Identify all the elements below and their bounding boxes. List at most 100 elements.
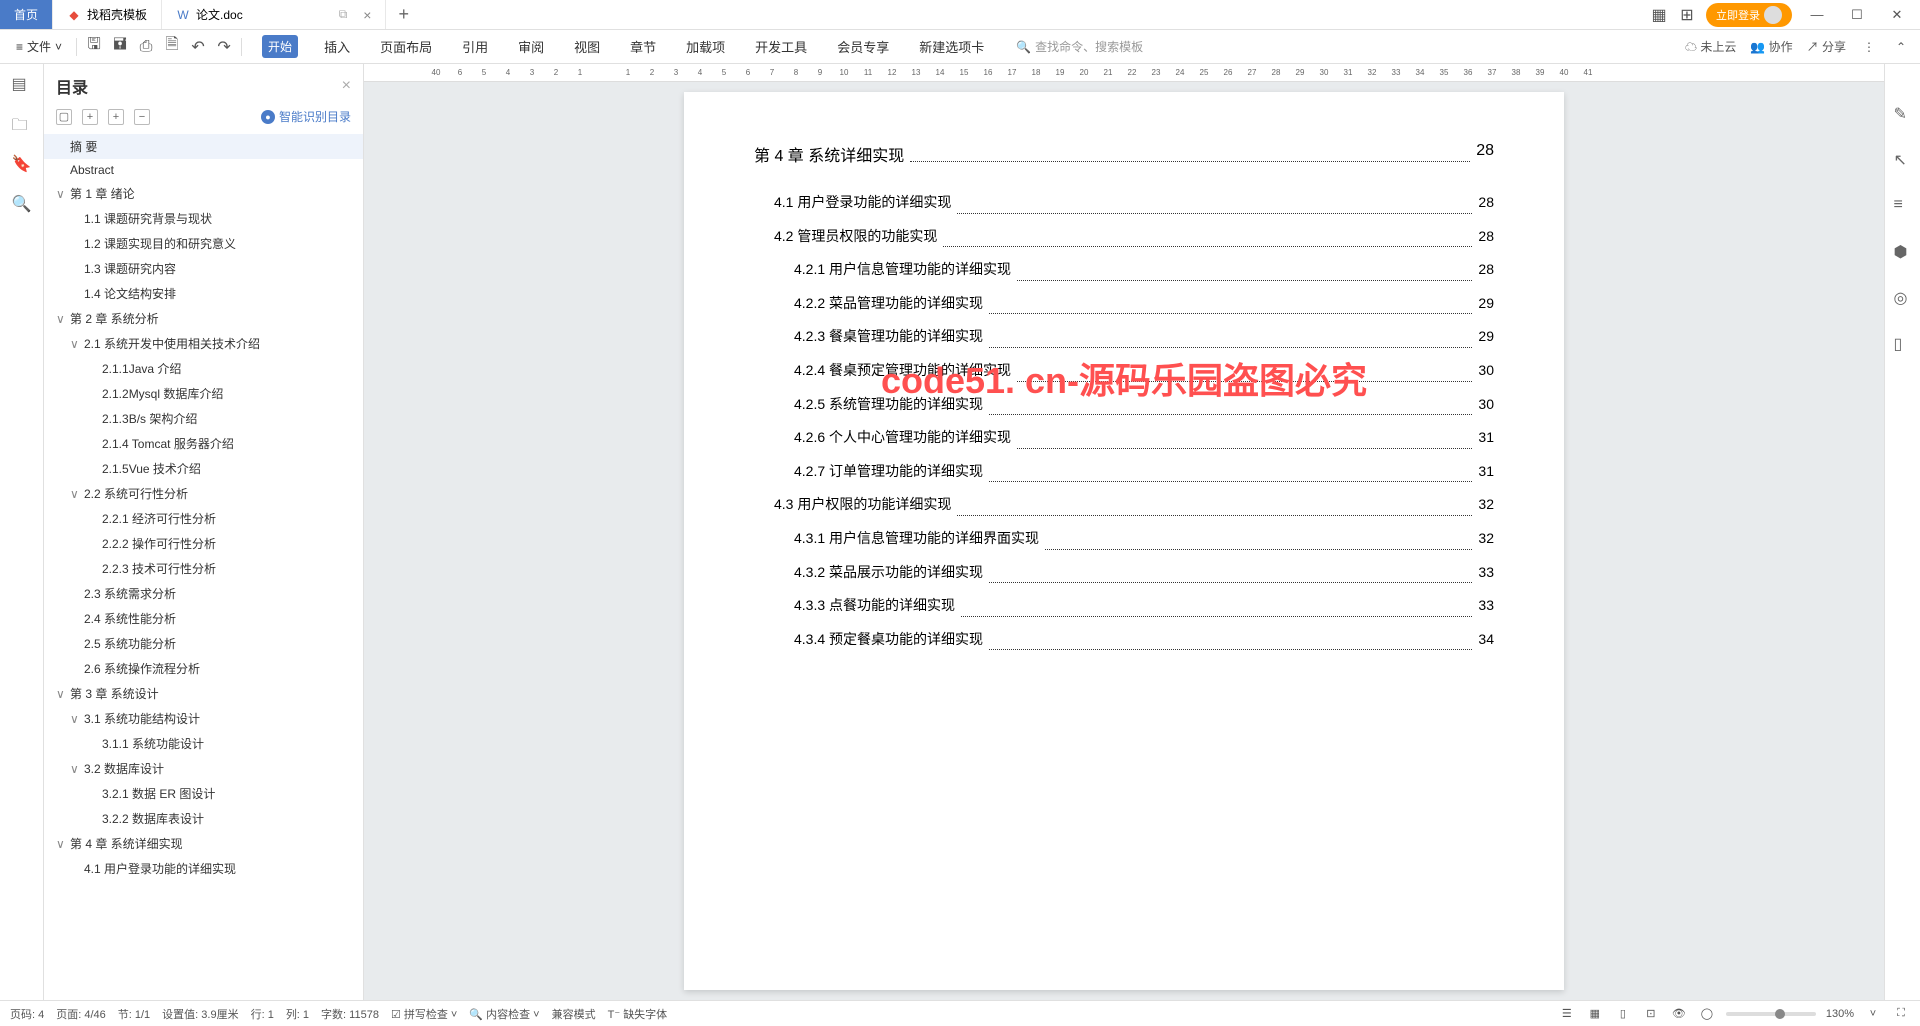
toc-line[interactable]: 4.2.5 系统管理功能的详细实现30 <box>754 388 1494 422</box>
outline-item[interactable]: 4.1 用户登录功能的详细实现 <box>44 856 363 881</box>
document-page[interactable]: 第 4 章 系统详细实现28 4.1 用户登录功能的详细实现284.2 管理员权… <box>684 92 1564 990</box>
folder-icon[interactable]: 🗀 <box>12 114 32 134</box>
ribbon-devtool[interactable]: 开发工具 <box>751 35 811 58</box>
view-mode-2-icon[interactable]: ▦ <box>1586 1005 1604 1023</box>
outline-item[interactable]: 1.2 课题实现目的和研究意义 <box>44 231 363 256</box>
outline-item[interactable]: 1.1 课题研究背景与现状 <box>44 206 363 231</box>
cloud-status[interactable]: ☁ 未上云 <box>1685 38 1736 55</box>
save-icon[interactable]: 🖫 <box>85 38 103 56</box>
toc-line[interactable]: 4.1 用户登录功能的详细实现28 <box>754 186 1494 220</box>
smart-toc-button[interactable]: ●智能识别目录 <box>261 108 351 125</box>
outline-item[interactable]: 摘 要 <box>44 134 363 159</box>
outline-item[interactable]: ∨2.1 系统开发中使用相关技术介绍 <box>44 331 363 356</box>
zoom-out-icon[interactable]: ◯ <box>1698 1005 1716 1023</box>
ai-icon[interactable]: ⬢ <box>1894 242 1912 260</box>
preview-icon[interactable]: 🗎 <box>163 38 181 56</box>
status-content-check[interactable]: 🔍 内容检查 ˅ <box>469 1006 539 1022</box>
status-words[interactable]: 字数: 11578 <box>321 1006 379 1022</box>
outline-item[interactable]: 2.3 系统需求分析 <box>44 581 363 606</box>
status-compat[interactable]: 兼容模式 <box>552 1006 596 1022</box>
ribbon-chapter[interactable]: 章节 <box>626 35 660 58</box>
toc-line[interactable]: 4.3 用户权限的功能详细实现32 <box>754 488 1494 522</box>
ribbon-addon[interactable]: 加载项 <box>682 35 729 58</box>
maximize-button[interactable]: ☐ <box>1842 7 1872 23</box>
find-icon[interactable]: 🔍 <box>12 194 32 214</box>
command-search[interactable]: 🔍查找命令、搜索模板 <box>1016 38 1143 55</box>
ribbon-start[interactable]: 开始 <box>262 35 298 58</box>
view-mode-3-icon[interactable]: ▯ <box>1614 1005 1632 1023</box>
toc-line[interactable]: 4.2 管理员权限的功能实现28 <box>754 220 1494 254</box>
outline-item[interactable]: 2.1.1Java 介绍 <box>44 356 363 381</box>
status-pages[interactable]: 页面: 4/46 <box>56 1006 106 1022</box>
outline-item[interactable]: ∨第 4 章 系统详细实现 <box>44 831 363 856</box>
outline-item[interactable]: ∨3.1 系统功能结构设计 <box>44 706 363 731</box>
status-section[interactable]: 节: 1/1 <box>118 1006 150 1022</box>
status-spellcheck[interactable]: ☑ 拼写检查 ˅ <box>391 1006 457 1022</box>
tab-document[interactable]: W论文.doc⧉× <box>162 0 386 29</box>
ribbon-ref[interactable]: 引用 <box>458 35 492 58</box>
bookmark-icon[interactable]: 🔖 <box>12 154 32 174</box>
share-button[interactable]: ↗ 分享 <box>1807 38 1846 55</box>
outline-tool-3[interactable]: + <box>108 109 124 125</box>
undo-icon[interactable]: ↶ <box>189 38 207 56</box>
page-icon[interactable]: ▯ <box>1894 334 1912 352</box>
close-window-button[interactable]: ✕ <box>1882 7 1912 23</box>
zoom-slider[interactable] <box>1726 1012 1816 1016</box>
ribbon-view[interactable]: 视图 <box>570 35 604 58</box>
layout-icon[interactable]: ▦ <box>1650 6 1668 24</box>
outline-icon[interactable]: ▤ <box>12 74 32 94</box>
popout-icon[interactable]: ⧉ <box>339 7 348 22</box>
toc-line[interactable]: 4.3.2 菜品展示功能的详细实现33 <box>754 556 1494 590</box>
outline-item[interactable]: 2.2.3 技术可行性分析 <box>44 556 363 581</box>
toc-line[interactable]: 4.3.4 预定餐桌功能的详细实现34 <box>754 623 1494 657</box>
new-tab-button[interactable]: + <box>386 0 421 29</box>
zoom-level[interactable]: 130% <box>1826 1008 1854 1020</box>
saveas-icon[interactable]: 🖬 <box>111 38 129 56</box>
collab-button[interactable]: 👥 协作 <box>1750 38 1792 55</box>
status-missing-font[interactable]: T⁻ 缺失字体 <box>608 1006 668 1022</box>
outline-item[interactable]: 2.1.4 Tomcat 服务器介绍 <box>44 431 363 456</box>
expand-icon[interactable]: ⌃ <box>1892 38 1910 56</box>
status-page[interactable]: 页码: 4 <box>10 1006 44 1022</box>
ribbon-insert[interactable]: 插入 <box>320 35 354 58</box>
fullscreen-icon[interactable]: ⛶ <box>1892 1005 1910 1023</box>
ribbon-review[interactable]: 审阅 <box>514 35 548 58</box>
outline-tool-1[interactable]: ▢ <box>56 109 72 125</box>
outline-item[interactable]: 1.4 论文结构安排 <box>44 281 363 306</box>
ribbon-newtab[interactable]: 新建选项卡 <box>915 35 988 58</box>
outline-item[interactable]: ∨第 1 章 绪论 <box>44 181 363 206</box>
more-icon[interactable]: ⋮ <box>1860 38 1878 56</box>
eye-icon[interactable]: 👁 <box>1670 1005 1688 1023</box>
login-button[interactable]: 立即登录 <box>1706 3 1792 27</box>
tab-template[interactable]: ◆找稻壳模板 <box>53 0 162 29</box>
outline-item[interactable]: ∨第 3 章 系统设计 <box>44 681 363 706</box>
toc-line[interactable]: 4.2.2 菜品管理功能的详细实现29 <box>754 287 1494 321</box>
outline-tool-2[interactable]: + <box>82 109 98 125</box>
toc-line[interactable]: 4.3.1 用户信息管理功能的详细界面实现32 <box>754 522 1494 556</box>
outline-item[interactable]: 2.6 系统操作流程分析 <box>44 656 363 681</box>
settings-slider-icon[interactable]: ≡ <box>1894 196 1912 214</box>
outline-item[interactable]: 2.1.5Vue 技术介绍 <box>44 456 363 481</box>
tab-home[interactable]: 首页 <box>0 0 53 29</box>
toc-line[interactable]: 4.2.7 订单管理功能的详细实现31 <box>754 455 1494 489</box>
document-scroll[interactable]: 第 4 章 系统详细实现28 4.1 用户登录功能的详细实现284.2 管理员权… <box>364 82 1884 1000</box>
outline-item[interactable]: 1.3 课题研究内容 <box>44 256 363 281</box>
cursor-icon[interactable]: ↖ <box>1894 150 1912 168</box>
outline-item[interactable]: 2.5 系统功能分析 <box>44 631 363 656</box>
pen-icon[interactable]: ✎ <box>1894 104 1912 122</box>
outline-item[interactable]: Abstract <box>44 159 363 181</box>
view-mode-4-icon[interactable]: ⊡ <box>1642 1005 1660 1023</box>
outline-item[interactable]: 3.2.2 数据库表设计 <box>44 806 363 831</box>
toc-line[interactable]: 4.2.4 餐桌预定管理功能的详细实现30 <box>754 354 1494 388</box>
apps-icon[interactable]: ⊞ <box>1678 6 1696 24</box>
toc-line[interactable]: 4.2.3 餐桌管理功能的详细实现29 <box>754 320 1494 354</box>
hamburger-menu[interactable]: ≡ 文件 ˅ <box>10 35 68 58</box>
outline-item[interactable]: 2.1.3B/s 架构介绍 <box>44 406 363 431</box>
outline-item[interactable]: 2.2.1 经济可行性分析 <box>44 506 363 531</box>
toc-line[interactable]: 4.2.1 用户信息管理功能的详细实现28 <box>754 253 1494 287</box>
outline-item[interactable]: ∨2.2 系统可行性分析 <box>44 481 363 506</box>
target-icon[interactable]: ◎ <box>1894 288 1912 306</box>
print-icon[interactable]: ⎙ <box>137 38 155 56</box>
zoom-dropdown-icon[interactable]: ˅ <box>1864 1005 1882 1023</box>
view-mode-1-icon[interactable]: ☰ <box>1558 1005 1576 1023</box>
